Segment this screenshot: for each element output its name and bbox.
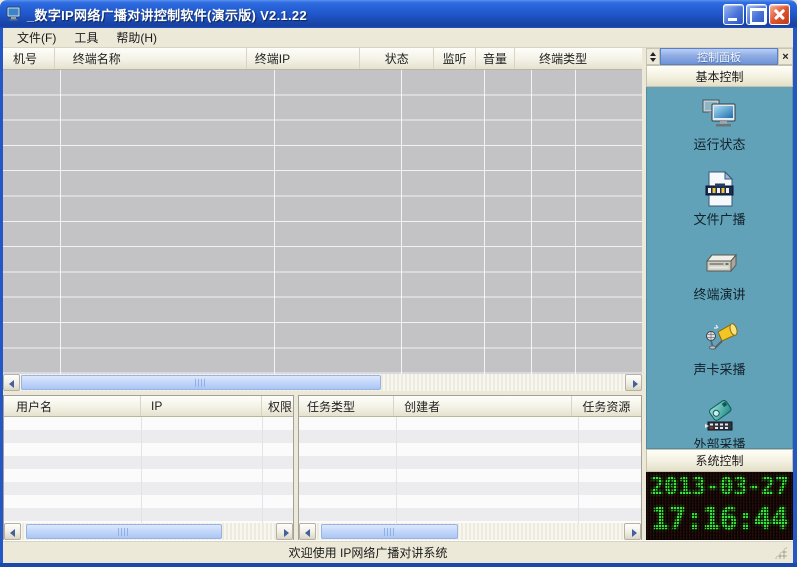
grid-line	[575, 70, 576, 374]
scroll-left-icon[interactable]	[299, 523, 316, 540]
window-border-bottom	[0, 563, 797, 567]
clock-time: 17:16:44	[646, 502, 793, 538]
col-header-status[interactable]: 状态	[360, 48, 434, 69]
system-control-section[interactable]: 系统控制	[646, 449, 793, 472]
grid-line	[531, 70, 532, 374]
panel-item-terminal-speech[interactable]: 终端演讲	[647, 246, 792, 303]
col-header-permission[interactable]: 权限	[262, 396, 293, 416]
col-header-terminal-ip[interactable]: 终端IP	[247, 48, 361, 69]
menu-help[interactable]: 帮助(H)	[107, 27, 166, 48]
basic-control-area: 运行状态	[646, 87, 793, 449]
tasks-table-hscrollbar[interactable]	[299, 523, 641, 540]
minimize-button[interactable]	[723, 4, 744, 25]
panel-item-file-broadcast[interactable]: 文件广播	[647, 171, 792, 228]
panel-item-label: 文件广播	[693, 209, 745, 228]
led-clock: 2013-03-27 17:16:44	[646, 472, 793, 540]
scrollbar-thumb[interactable]	[321, 524, 458, 539]
scroll-left-icon[interactable]	[4, 523, 21, 540]
control-panel: 控制面板 × 基本控制	[646, 48, 793, 540]
panel-close-icon[interactable]: ×	[778, 48, 793, 65]
window-title: _数字IP网络广播对讲控制软件(演示版) V2.1.22	[27, 5, 307, 24]
arrow-down-icon	[650, 58, 656, 62]
status-message: 欢迎使用 IP网络广播对讲系统	[289, 544, 508, 561]
tasks-panel: 任务类型 创建者 任务资源	[298, 395, 642, 540]
clock-date: 2013-03-27	[646, 472, 793, 502]
scroll-right-icon[interactable]	[276, 523, 293, 540]
terminal-table-body[interactable]	[3, 70, 642, 374]
panel-item-label: 运行状态	[693, 134, 745, 153]
tasks-table-body[interactable]	[299, 417, 641, 523]
users-table-hscrollbar[interactable]	[4, 523, 293, 540]
app-window: _数字IP网络广播对讲控制软件(演示版) V2.1.22 文件(F) 工具 帮助…	[0, 0, 797, 567]
grid-line	[401, 70, 402, 374]
col-header-machine-no[interactable]: 机号	[3, 48, 55, 69]
grid-line	[396, 417, 397, 523]
panel-item-external-capture[interactable]: 外部采播	[647, 396, 792, 449]
panel-item-run-status[interactable]: 运行状态	[647, 96, 792, 153]
grid-line	[274, 70, 275, 374]
menu-bar: 文件(F) 工具 帮助(H)	[3, 28, 793, 48]
grid-line	[141, 417, 142, 523]
close-button[interactable]	[769, 4, 790, 25]
window-border-right	[793, 28, 797, 563]
tasks-table-header: 任务类型 创建者 任务资源	[299, 396, 641, 417]
scroll-right-icon[interactable]	[625, 374, 642, 391]
col-header-terminal-type[interactable]: 终端类型	[515, 48, 642, 69]
scrollbar-thumb[interactable]	[26, 524, 222, 539]
scroll-left-icon[interactable]	[3, 374, 20, 391]
scroll-right-icon[interactable]	[624, 523, 641, 540]
users-table-body[interactable]	[4, 417, 293, 523]
grid-line	[262, 417, 263, 523]
menu-file[interactable]: 文件(F)	[8, 27, 65, 48]
col-header-task-resource[interactable]: 任务资源	[572, 396, 641, 416]
scrollbar-thumb[interactable]	[21, 375, 381, 390]
run-status-icon	[702, 96, 738, 132]
soundcard-capture-icon	[702, 321, 738, 357]
terminal-table-header: 机号 终端名称 终端IP 状态 监听 音量 终端类型	[3, 48, 642, 70]
resize-grip-icon[interactable]	[774, 546, 787, 559]
basic-control-section[interactable]: 基本控制	[646, 65, 793, 87]
col-header-task-type[interactable]: 任务类型	[299, 396, 394, 416]
titlebar: _数字IP网络广播对讲控制软件(演示版) V2.1.22	[0, 0, 797, 28]
dock-toggle-button[interactable]	[646, 48, 660, 65]
control-panel-title: 控制面板	[660, 48, 778, 65]
grid-line	[578, 417, 579, 523]
panel-item-label: 终端演讲	[693, 284, 745, 303]
panel-item-label: 声卡采播	[693, 359, 745, 378]
external-capture-icon	[702, 396, 738, 432]
menu-tools[interactable]: 工具	[65, 27, 107, 48]
col-header-user-ip[interactable]: IP	[141, 396, 262, 416]
arrow-up-icon	[650, 52, 656, 56]
panel-item-label: 外部采播	[693, 434, 745, 449]
file-broadcast-icon	[705, 171, 735, 207]
maximize-button[interactable]	[746, 4, 767, 25]
col-header-username[interactable]: 用户名	[4, 396, 141, 416]
col-header-creator[interactable]: 创建者	[394, 396, 572, 416]
users-table-header: 用户名 IP 权限	[4, 396, 293, 417]
terminal-table-hscrollbar[interactable]	[3, 374, 642, 391]
app-icon	[6, 6, 23, 22]
col-header-terminal-name[interactable]: 终端名称	[55, 48, 247, 69]
panel-item-soundcard-capture[interactable]: 声卡采播	[647, 321, 792, 378]
control-panel-caption: 控制面板 ×	[646, 48, 793, 65]
grid-line	[484, 70, 485, 374]
grid-line	[60, 70, 61, 374]
terminal-speech-icon	[701, 246, 739, 282]
col-header-monitor[interactable]: 监听	[434, 48, 476, 69]
status-bar: 欢迎使用 IP网络广播对讲系统	[3, 540, 793, 563]
col-header-volume[interactable]: 音量	[476, 48, 515, 69]
users-panel: 用户名 IP 权限	[3, 395, 294, 540]
